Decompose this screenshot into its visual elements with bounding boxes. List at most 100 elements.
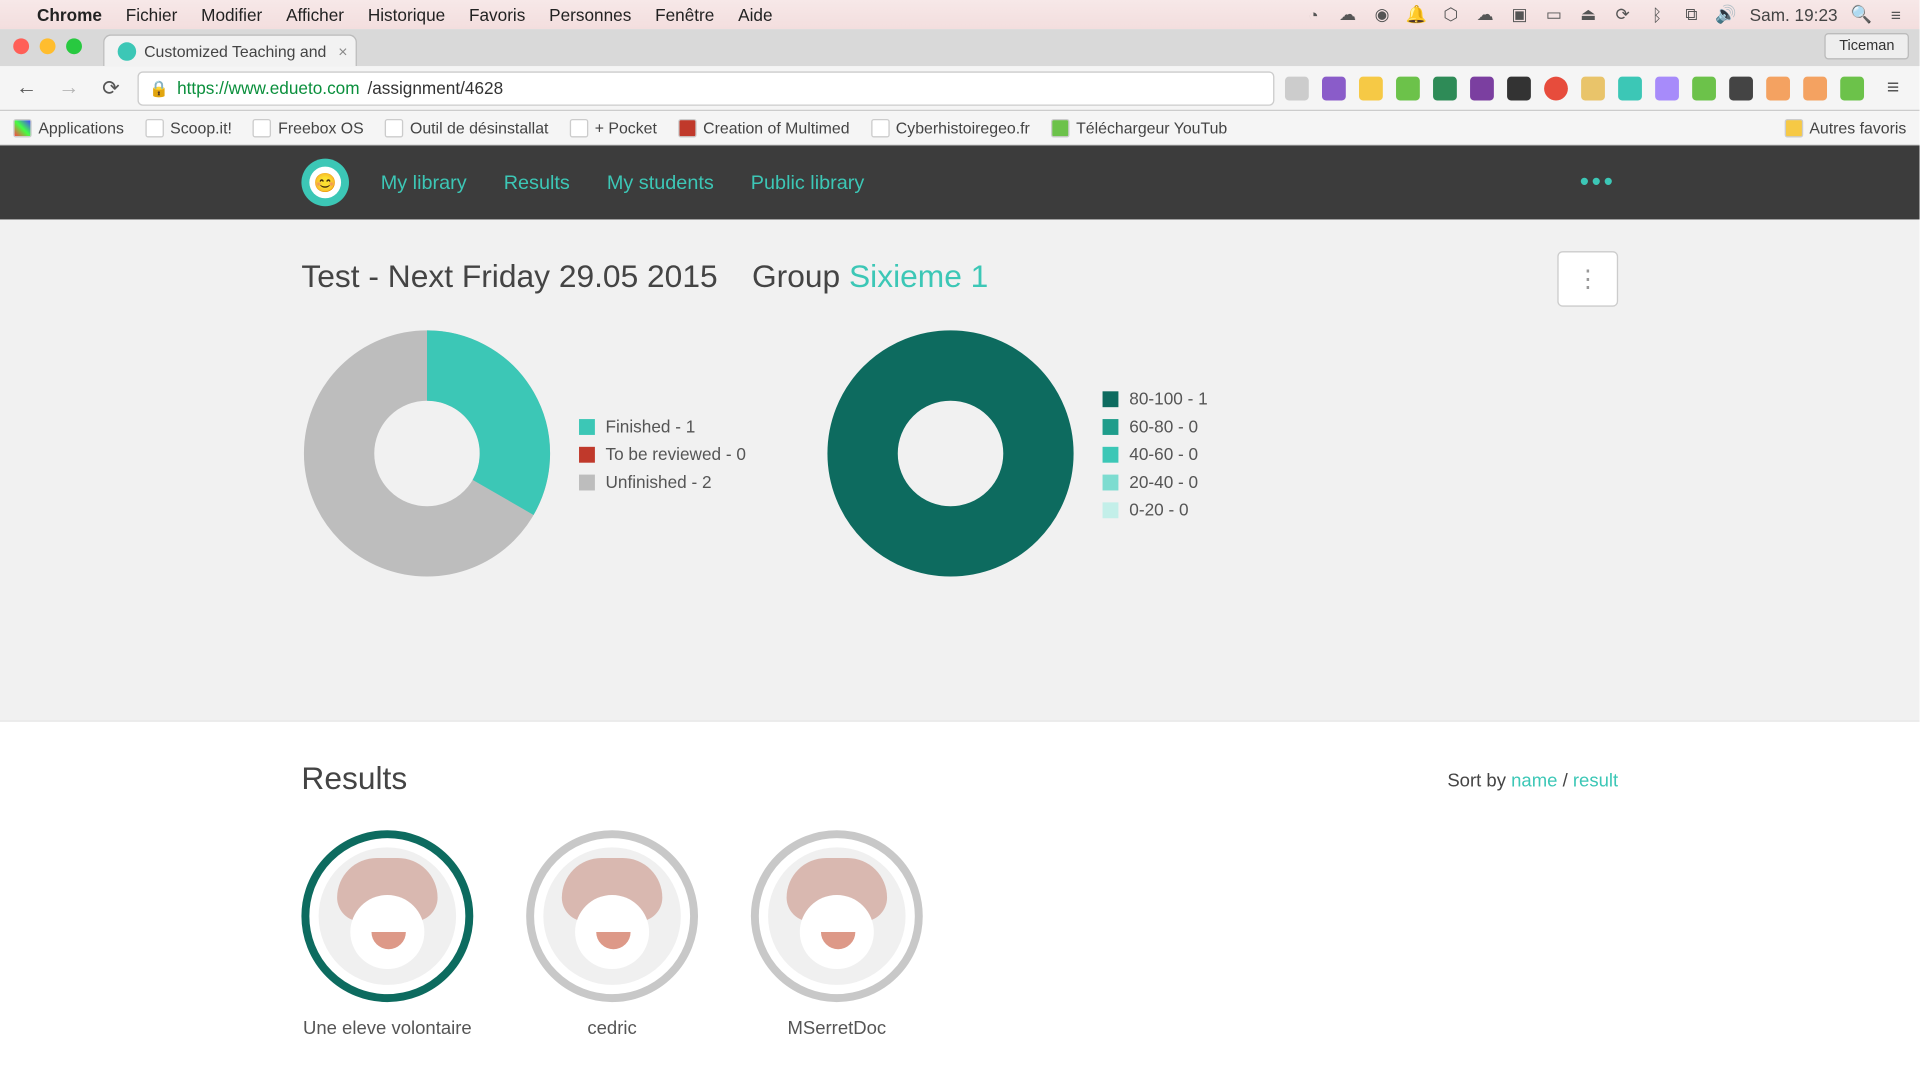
extension-icon[interactable]: [1507, 76, 1531, 100]
mac-menu-item[interactable]: Historique: [368, 5, 445, 25]
extension-icon[interactable]: [1433, 76, 1457, 100]
score-chart: 80-100 - 1 60-80 - 0 40-60 - 0 20-40 - 0…: [825, 328, 1207, 579]
spotlight-icon[interactable]: 🔍: [1851, 4, 1872, 25]
extension-icon[interactable]: [1840, 76, 1864, 100]
sort-controls: Sort by name / result: [1447, 769, 1618, 790]
close-window-button[interactable]: [13, 38, 29, 54]
extension-icon[interactable]: [1544, 76, 1568, 100]
menubar-volume-icon[interactable]: 🔊: [1715, 4, 1736, 25]
mac-app-name[interactable]: Chrome: [37, 5, 102, 25]
app-logo[interactable]: 😊: [301, 159, 349, 207]
chrome-menu-icon[interactable]: ≡: [1877, 72, 1909, 104]
chrome-profile-button[interactable]: Ticeman: [1825, 33, 1909, 59]
bookmark-item[interactable]: Cyberhistoiregeo.fr: [871, 118, 1030, 137]
bookmark-item[interactable]: Scoop.it!: [145, 118, 232, 137]
extension-icon[interactable]: [1285, 76, 1309, 100]
other-bookmarks[interactable]: Autres favoris: [1784, 118, 1906, 137]
back-button[interactable]: ←: [11, 72, 43, 104]
completion-donut-icon: [301, 328, 552, 579]
sort-by-result[interactable]: result: [1573, 769, 1618, 790]
avatar-face-icon: [319, 847, 456, 984]
avatar-face-icon: [543, 847, 680, 984]
menubar-cloud-icon[interactable]: ☁: [1337, 4, 1358, 25]
menubar-bluetooth-icon[interactable]: ᛒ: [1647, 4, 1668, 25]
address-bar[interactable]: 🔒 https://www.edueto.com/assignment/4628: [137, 71, 1274, 105]
mac-menu-item[interactable]: Fichier: [126, 5, 178, 25]
browser-toolbar: ← → ⟳ 🔒 https://www.edueto.com/assignmen…: [0, 66, 1920, 111]
mac-menu-item[interactable]: Fenêtre: [655, 5, 714, 25]
menubar-app-icon[interactable]: ◉: [1372, 4, 1393, 25]
url-path: /assignment/4628: [367, 78, 503, 98]
extension-icon[interactable]: [1322, 76, 1346, 100]
reload-button[interactable]: ⟳: [95, 72, 127, 104]
mac-menu-item[interactable]: Personnes: [549, 5, 631, 25]
bookmark-item[interactable]: Freebox OS: [253, 118, 364, 137]
legend-label: To be reviewed - 0: [605, 444, 745, 464]
nav-my-students[interactable]: My students: [607, 171, 714, 193]
mac-menu-item[interactable]: Aide: [738, 5, 772, 25]
nav-public-library[interactable]: Public library: [751, 171, 865, 193]
bookmark-label: Téléchargeur YouTub: [1076, 118, 1227, 137]
avatar: [526, 830, 698, 1002]
menubar-wifi-icon[interactable]: ⧉: [1681, 4, 1702, 25]
menubar-eject-icon[interactable]: ⏏: [1578, 4, 1599, 25]
menubar-dropbox-icon[interactable]: ⬡: [1440, 4, 1461, 25]
extension-icon[interactable]: [1581, 76, 1605, 100]
menubar-screenshot-icon[interactable]: ▣: [1509, 4, 1530, 25]
extension-icon[interactable]: [1470, 76, 1494, 100]
browser-tabstrip: Customized Teaching and × Ticeman: [0, 29, 1920, 66]
student-card[interactable]: Une eleve volontaire: [301, 830, 473, 1039]
browser-tab[interactable]: Customized Teaching and ×: [103, 34, 357, 66]
extension-icon[interactable]: [1692, 76, 1716, 100]
bookmarks-bar: Applications Scoop.it! Freebox OS Outil …: [0, 111, 1920, 145]
student-card[interactable]: MSerretDoc: [751, 830, 923, 1039]
extension-icon[interactable]: [1655, 76, 1679, 100]
nav-my-library[interactable]: My library: [381, 171, 467, 193]
legend-label: Finished - 1: [605, 416, 695, 436]
menubar-gdrive-icon[interactable]: ◔: [1303, 4, 1324, 25]
legend-swatch-icon: [579, 474, 595, 490]
notification-center-icon[interactable]: ≡: [1885, 4, 1906, 25]
extension-icon[interactable]: [1618, 76, 1642, 100]
student-card[interactable]: cedric: [526, 830, 698, 1039]
header-more-icon[interactable]: •••: [1580, 167, 1616, 197]
extension-icon[interactable]: [1396, 76, 1420, 100]
maximize-window-button[interactable]: [66, 38, 82, 54]
minimize-window-button[interactable]: [40, 38, 56, 54]
extension-icon[interactable]: [1803, 76, 1827, 100]
menubar-notification-icon[interactable]: 🔔: [1406, 4, 1427, 25]
mac-menu-item[interactable]: Afficher: [286, 5, 344, 25]
bookmark-item[interactable]: Outil de désinstallat: [385, 118, 549, 137]
results-section: Results Sort by name / result Une eleve …: [0, 722, 1920, 1079]
nav-results[interactable]: Results: [504, 171, 570, 193]
menubar-display-icon[interactable]: ▭: [1543, 4, 1564, 25]
sort-by-name[interactable]: name: [1511, 769, 1557, 790]
bookmark-apps[interactable]: Applications: [13, 118, 124, 137]
extension-icon[interactable]: [1766, 76, 1790, 100]
avatar-face-icon: [768, 847, 905, 984]
avatar: [301, 830, 473, 1002]
menubar-clock[interactable]: Sam. 19:23: [1750, 5, 1838, 25]
bookmark-item[interactable]: Téléchargeur YouTub: [1051, 118, 1227, 137]
bookmark-label: Applications: [38, 118, 124, 137]
tab-close-icon[interactable]: ×: [338, 42, 347, 61]
forward-button[interactable]: →: [53, 72, 85, 104]
bookmark-item[interactable]: + Pocket: [570, 118, 657, 137]
legend-swatch-icon: [1103, 502, 1119, 518]
window-controls: [13, 38, 82, 54]
lock-icon: 🔒: [149, 79, 169, 98]
mac-menu-item[interactable]: Modifier: [201, 5, 262, 25]
extension-icon[interactable]: [1729, 76, 1753, 100]
bookmark-item[interactable]: Creation of Multimed: [678, 118, 849, 137]
extension-icon[interactable]: [1359, 76, 1383, 100]
legend-swatch-icon: [1103, 418, 1119, 434]
options-button[interactable]: ⋮: [1557, 251, 1618, 307]
legend-row: To be reviewed - 0: [579, 444, 746, 464]
group-name[interactable]: Sixieme 1: [849, 259, 988, 295]
legend-row: Unfinished - 2: [579, 471, 746, 491]
mac-menu-item[interactable]: Favoris: [469, 5, 525, 25]
sort-separator: /: [1557, 769, 1572, 790]
menubar-sync-icon[interactable]: ⟳: [1612, 4, 1633, 25]
menubar-onedrive-icon[interactable]: ☁: [1475, 4, 1496, 25]
legend-swatch-icon: [579, 418, 595, 434]
